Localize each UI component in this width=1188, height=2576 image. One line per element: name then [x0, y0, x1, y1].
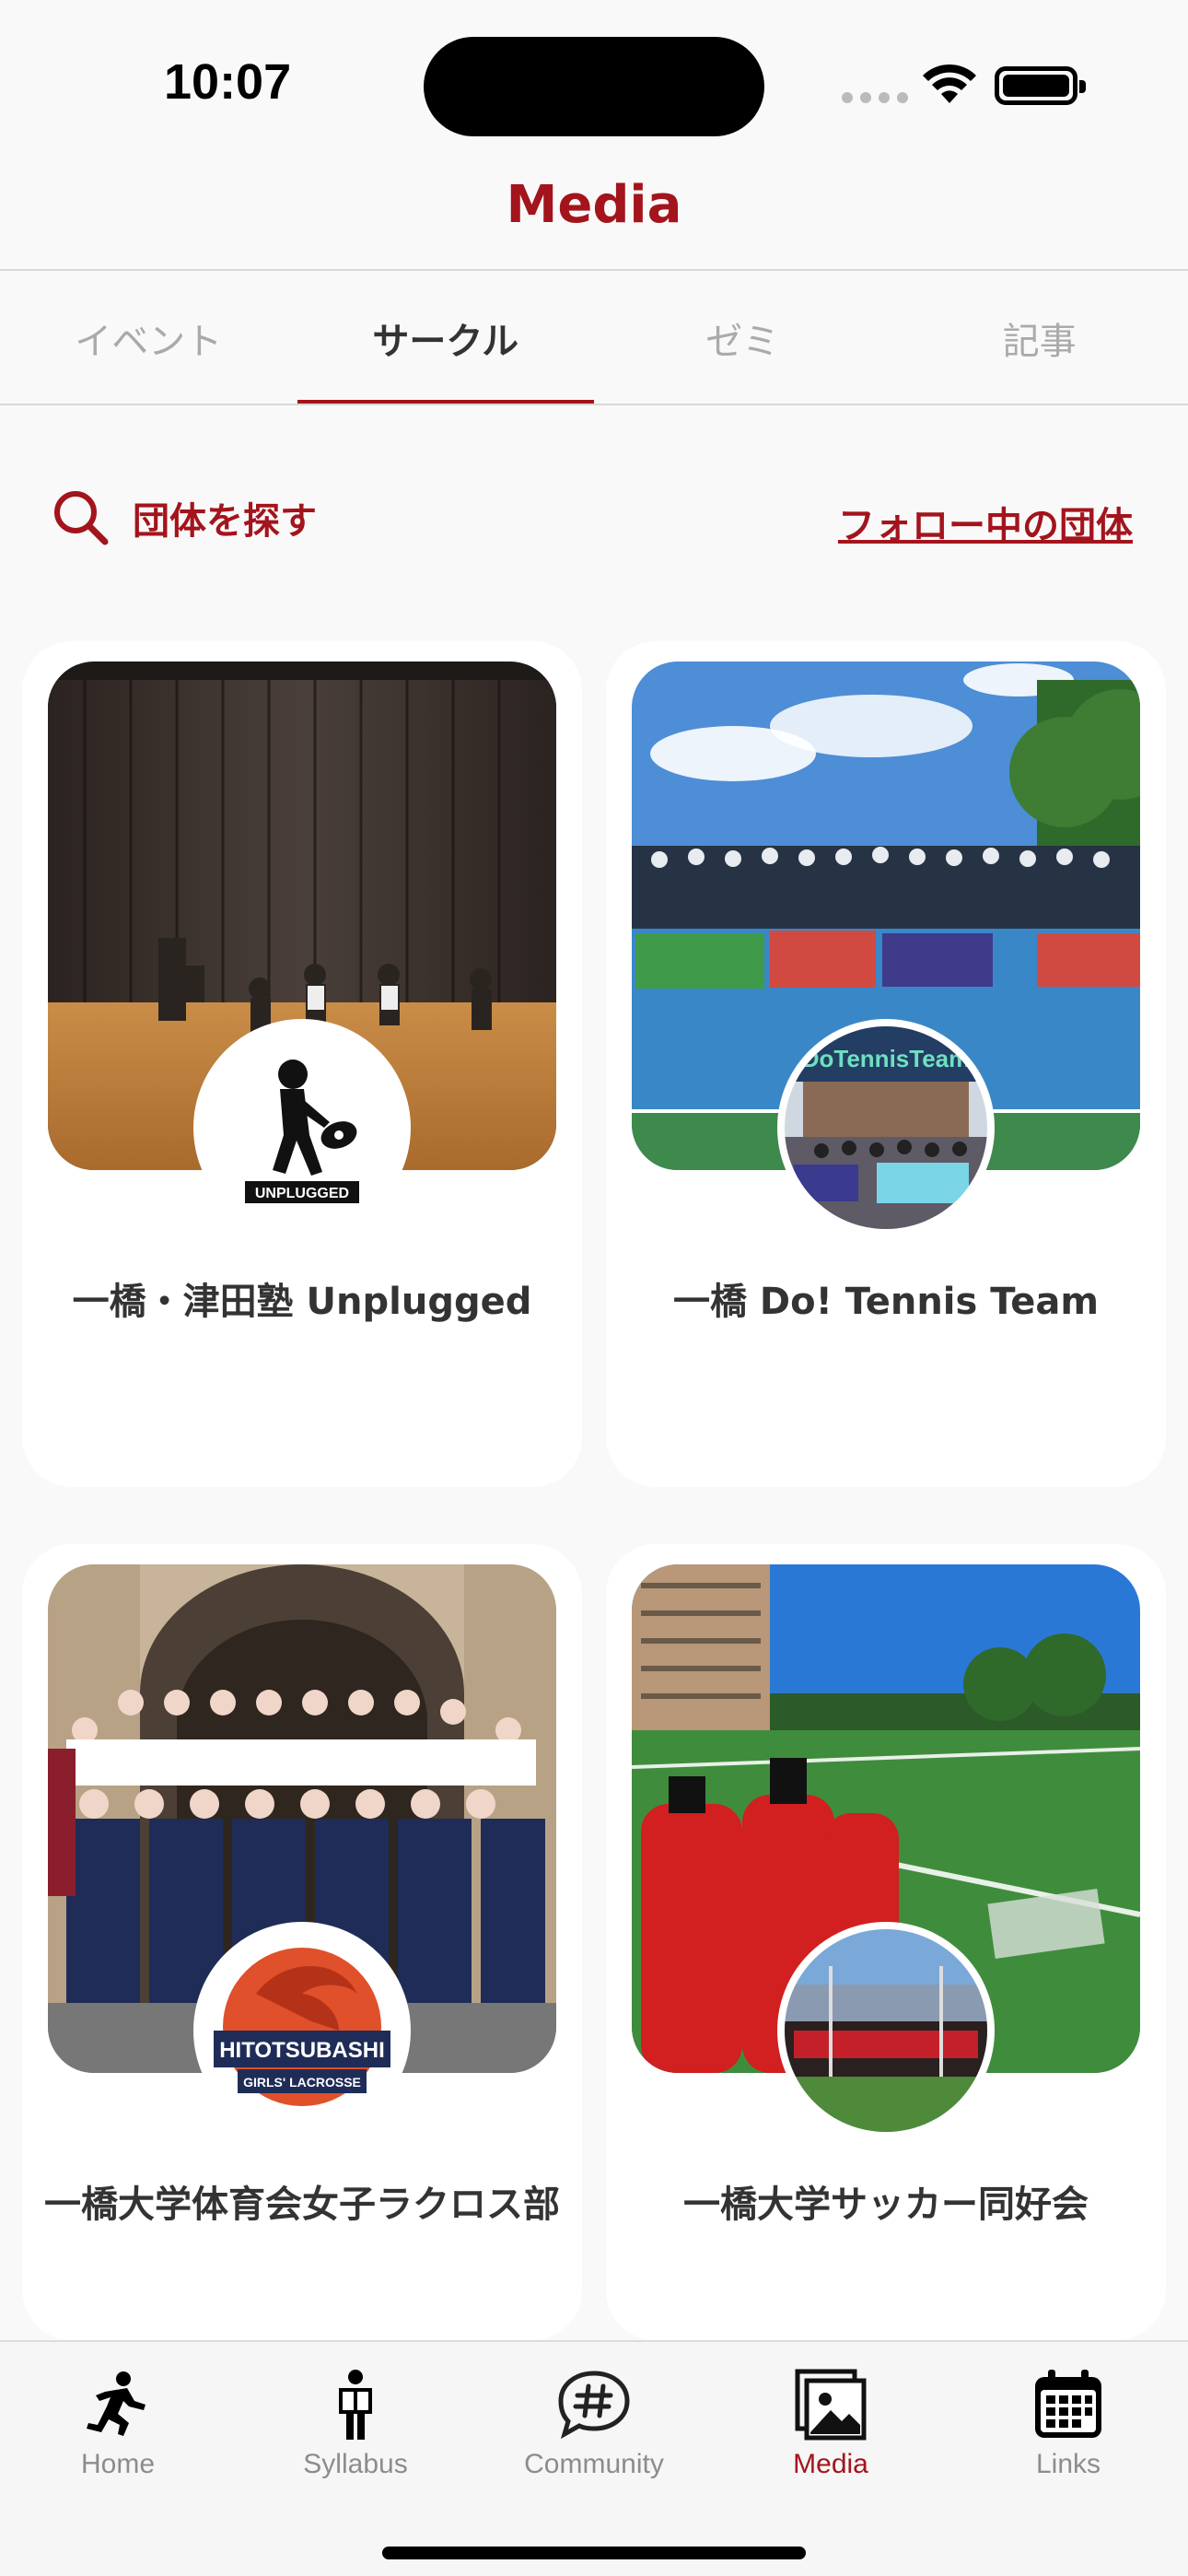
photo-icon	[795, 2369, 867, 2441]
tab-circles[interactable]: サークル	[297, 271, 595, 405]
tab-links[interactable]: Links	[976, 2368, 1160, 2480]
svg-text:UNPLUGGED: UNPLUGGED	[255, 1186, 349, 1201]
svg-text:DoTennisTeam: DoTennisTeam	[802, 1045, 971, 1072]
dynamic-island	[424, 37, 764, 136]
runner-icon	[87, 2371, 146, 2436]
reader-icon	[339, 2370, 372, 2440]
tab-home[interactable]: Home	[26, 2368, 210, 2480]
organization-name: 一橋 Do! Tennis Team	[672, 1281, 1100, 1323]
tab-bar-top: イベント サークル ゼミ 記事	[0, 271, 1188, 405]
tab-community[interactable]: Community	[502, 2368, 686, 2480]
organization-card[interactable]: 一橋大学サッカー同好会	[606, 1544, 1166, 2340]
tab-events[interactable]: イベント	[0, 271, 297, 405]
battery-icon	[995, 66, 1086, 105]
svg-text:GIRLS' LACROSSE: GIRLS' LACROSSE	[243, 2075, 361, 2090]
wifi-icon	[923, 64, 976, 103]
tab-articles[interactable]: 記事	[891, 271, 1188, 405]
tab-community-label: Community	[524, 2449, 664, 2479]
organization-name: 一橋・津田塾 Unplugged	[72, 1281, 532, 1323]
organization-card[interactable]: HITOTSUBASHI GIRLS' LACROSSE 一橋大学体育会女子ラク…	[22, 1544, 582, 2340]
search-organizations-button[interactable]: 団体を探す	[52, 488, 317, 547]
cellular-signal-icon	[842, 92, 908, 103]
tab-seminars[interactable]: ゼミ	[594, 271, 891, 405]
page-title: Media	[506, 175, 682, 235]
calendar-icon	[1035, 2370, 1101, 2438]
tab-home-label: Home	[80, 2449, 156, 2479]
divider	[0, 404, 1188, 405]
organization-name: 一橋大学サッカー同好会	[683, 2184, 1089, 2226]
hashtag-bubble-icon	[558, 2371, 630, 2440]
following-organizations-link[interactable]: フォロー中の団体	[838, 496, 1133, 549]
status-time: 10:07	[164, 54, 292, 110]
search-label: 団体を探す	[133, 500, 317, 543]
tab-media-label: Media	[793, 2449, 868, 2479]
tab-links-label: Links	[1035, 2449, 1101, 2479]
organization-card[interactable]: DoTennisTeam 一橋 Do! Tennis Team	[606, 641, 1166, 1487]
svg-text:HITOTSUBASHI: HITOTSUBASHI	[219, 2038, 385, 2063]
tab-syllabus[interactable]: Syllabus	[263, 2368, 448, 2480]
organization-name: 一橋大学体育会女子ラクロス部	[44, 2184, 560, 2226]
tab-media[interactable]: Media	[739, 2368, 923, 2480]
tab-syllabus-label: Syllabus	[303, 2449, 408, 2479]
organization-logo: DoTennisTeam	[777, 1019, 995, 1236]
home-indicator[interactable]	[382, 2547, 806, 2559]
organization-logo: UNPLUGGED	[193, 1019, 411, 1236]
status-bar: 10:07	[0, 0, 1188, 175]
search-icon	[54, 491, 109, 545]
organization-logo	[777, 1922, 995, 2139]
organization-logo: HITOTSUBASHI GIRLS' LACROSSE	[193, 1922, 411, 2139]
organization-card[interactable]: UNPLUGGED 一橋・津田塾 Unplugged	[22, 641, 582, 1487]
bottom-tab-bar: Home Syllabus Community Media Links	[0, 2340, 1188, 2576]
